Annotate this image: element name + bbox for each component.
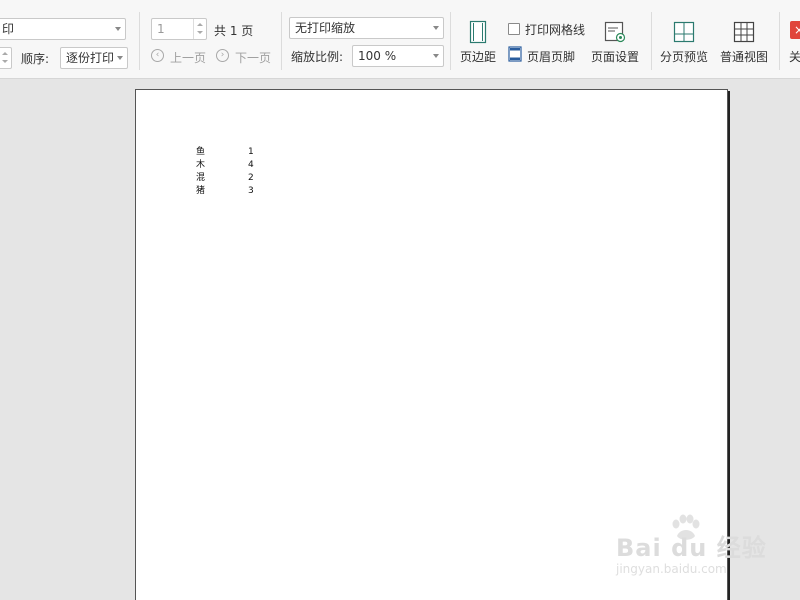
toolbar-divider [450,12,451,70]
page-break-preview-button-label: 分页预览 [660,50,709,64]
arrow-right-circle-icon: › [216,49,229,62]
page-setup-icon [604,21,626,43]
prev-page-button[interactable]: 上一页 [170,49,206,66]
scale-mode-value: 无打印缩放 [295,21,356,35]
header-footer-icon [507,46,523,62]
gridlines-checkbox[interactable] [508,23,520,35]
arrow-left-circle-icon: ‹ [151,49,164,62]
chevron-down-icon [433,26,439,30]
table-row: 猪3 [196,185,254,198]
cell-name: 鱼 [196,147,206,157]
gridlines-checkbox-label[interactable]: 打印网格线 [525,21,585,38]
page-break-preview-icon [673,21,695,43]
print-preview-toolbar: 印 顺序: 逐份打印 1 共 1 页 ‹ 上一页 › 下一页 无打印缩放 缩放比… [0,0,800,79]
toolbar-divider [281,12,282,70]
page-setup-button[interactable]: 页面设置 [591,20,639,65]
cell-name: 木 [196,160,206,170]
sheet-data-table: 鱼1木4混2猪3 [196,146,254,198]
close-icon[interactable]: × [790,21,800,39]
stepper-arrows-icon [193,19,206,39]
copies-stepper[interactable] [0,47,12,69]
page-number-value: 1 [157,22,165,36]
zoom-label: 缩放比例: [291,50,344,64]
chevron-down-icon [117,56,123,60]
normal-view-button-label: 普通视图 [720,50,769,64]
page-setup-button-label: 页面设置 [591,50,640,64]
baidu-jingyan-watermark: Bai du 经验 jingyan.baidu.com [612,514,772,584]
toolbar-divider [139,12,140,70]
watermark-brand: Bai du 经验 [616,534,767,562]
toolbar-divider [651,12,652,70]
scale-mode-combo[interactable]: 无打印缩放 [289,17,444,39]
cell-name: 猪 [196,186,206,196]
chevron-down-icon [115,27,121,31]
cell-value: 1 [248,147,254,157]
order-combo[interactable]: 逐份打印 [60,47,128,69]
cell-value: 2 [248,173,254,183]
cell-value: 4 [248,160,254,170]
page-break-preview-button[interactable]: 分页预览 [660,20,708,65]
close-preview-button[interactable]: 关 [789,48,800,65]
total-pages-label: 共 1 页 [214,24,254,38]
zoom-combo[interactable]: 100 % [352,45,444,67]
margins-button[interactable]: 页边距 [460,20,496,65]
cell-value: 3 [248,186,254,196]
margins-button-label: 页边距 [460,50,497,64]
table-row: 鱼1 [196,146,254,159]
print-mode-value: 印 [2,22,15,36]
cell-name: 混 [196,173,206,183]
zoom-value: 100 % [358,49,397,63]
order-label: 顺序: [21,52,50,66]
print-mode-combo[interactable]: 印 [0,18,126,40]
stepper-arrows-icon [0,48,11,68]
order-value: 逐份打印 [66,51,115,65]
print-preview-window: 印 顺序: 逐份打印 1 共 1 页 ‹ 上一页 › 下一页 无打印缩放 缩放比… [0,0,800,600]
page-number-input[interactable]: 1 [151,18,207,40]
toolbar-divider [779,12,780,70]
chevron-down-icon [433,54,439,58]
table-row: 木4 [196,159,254,172]
page-margins-icon [469,20,487,44]
normal-view-button[interactable]: 普通视图 [720,20,768,65]
watermark-url: jingyan.baidu.com [616,562,727,576]
next-page-button[interactable]: 下一页 [235,49,271,66]
normal-view-grid-icon [733,21,755,43]
table-row: 混2 [196,172,254,185]
header-footer-button[interactable]: 页眉页脚 [527,48,575,65]
